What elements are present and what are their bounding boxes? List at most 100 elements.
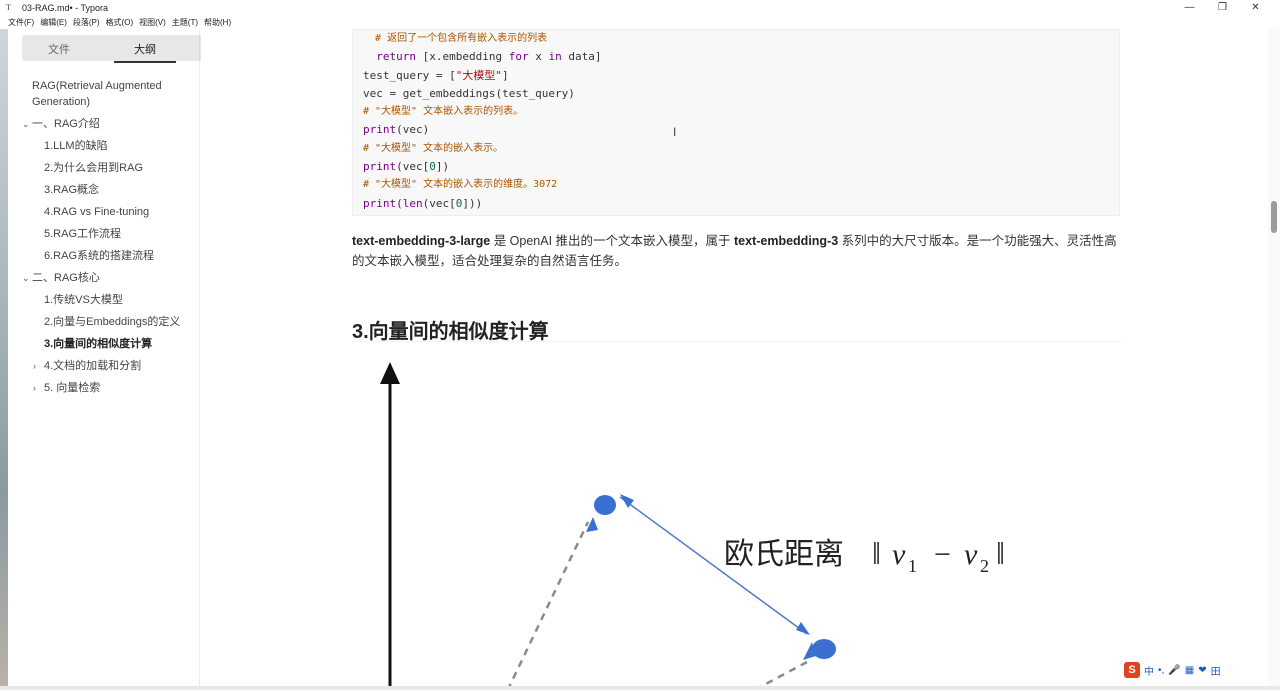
code-keyword: return [363,50,416,64]
taskbar-edge [0,686,1280,690]
code-line: # "大模型" 文本嵌入表示的列表。 [363,106,524,118]
y-axis-arrowhead [380,362,400,384]
outline-item[interactable]: › 4.文档的加载和分割 [8,355,199,377]
outline-item[interactable]: 4.RAG vs Fine-tuning [8,201,199,223]
outline-item-label: 3.RAG概念 [44,184,100,196]
code-text: x [528,50,549,64]
outline-item[interactable]: 1.LLM的缺陷 [8,135,199,157]
outline-item[interactable]: 1.传统VS大模型 [8,289,199,311]
ime-skin-icon[interactable]: ❤ [1198,665,1206,676]
bold-term-2: text-embedding-3 [734,234,839,248]
distance-arrow-end [796,622,810,635]
code-line: test_query = ["大模型"] [363,67,1109,85]
outline-item-label: 5.RAG工作流程 [44,228,122,240]
outline-item-label: 3.向量间的相似度计算 [44,338,153,350]
code-text: data] [561,50,602,64]
code-keyword: in [548,50,562,64]
code-text: ] [501,68,509,82]
v2-label: v [964,538,978,571]
outline-item-label: 4.文档的加载和分割 [44,360,142,372]
chevron-down-icon[interactable]: ⌄ [22,270,32,286]
code-builtin: print [363,196,397,210]
norm-bar-left: ‖ [872,535,881,571]
ime-toolbar: S 中 •, 🎤 ▦ ❤ 田 [1124,660,1244,680]
v2-subscript: 2 [980,556,989,576]
menu-bar: 文件(F) 编辑(E) 段落(P) 格式(O) 视图(V) 主题(T) 帮助(H… [0,15,1280,29]
minimize-icon[interactable]: — [1173,0,1206,15]
menu-theme[interactable]: 主题(T) [172,17,198,28]
outline-item[interactable]: 3.RAG概念 [8,179,199,201]
outline-item-label: 5. 向量检索 [44,382,101,394]
code-line: return [x.embedding for x in data] [363,48,1109,66]
window-controls: — ❐ ✕ [1173,0,1272,15]
outline-item-label: 一、RAG介绍 [32,118,100,130]
sidebar: 文件 大纲 RAG(Retrieval Augmented Generation… [8,29,272,692]
outline-item-label: RAG(Retrieval Augmented Generation) [32,80,162,108]
outline-item[interactable]: 6.RAG系统的搭建流程 [8,245,199,267]
code-text: test_query = [ [363,68,456,82]
chevron-right-icon[interactable]: › [33,358,43,374]
euclidean-label-cn: 欧氏距离 [724,538,844,571]
v1-label: v [892,538,906,571]
code-line: # "大模型" 文本的嵌入表示的维度。3072 [363,179,558,191]
outline-item[interactable]: ⌄ 二、RAG核心 [8,267,199,289]
paragraph-text-1: 是 OpenAI 推出的一个文本嵌入模型，属于 [490,234,734,248]
ime-voice-icon[interactable]: 🎤 [1168,665,1180,676]
outline-item[interactable]: 5.RAG工作流程 [8,223,199,245]
editor-area[interactable]: # 返回了一个包含所有嵌入表示的列表 return [x.embedding f… [201,29,1268,690]
code-text: ]) [435,160,450,174]
typora-app-icon: T [6,3,11,12]
ime-punctuation-icon[interactable]: •, [1158,665,1164,676]
code-text: (vec[ [396,160,430,174]
vector-v1-dashed [506,521,590,690]
code-line: print(vec[0]) [363,158,1109,176]
code-text: (vec) [396,123,430,137]
close-icon[interactable]: ✕ [1239,0,1272,15]
title-bar: T 03-RAG.md• - Typora — ❐ ✕ [0,0,1280,15]
norm-bar-right: ‖ [996,535,1005,571]
menu-view[interactable]: 视图(V) [139,17,166,28]
menu-help[interactable]: 帮助(H) [204,17,231,28]
euclidean-distance-figure: 欧氏距离 ‖ v 1 − v 2 ‖ [352,341,1122,690]
code-block[interactable]: # 返回了一个包含所有嵌入表示的列表 return [x.embedding f… [352,29,1120,216]
outline-item-label: 1.LLM的缺陷 [44,140,108,152]
point-v1 [594,495,616,515]
outline-item[interactable]: ⌄ 一、RAG介绍 [8,113,199,135]
code-number: 0 [429,160,436,174]
sidebar-tabs: 文件 大纲 [8,29,272,65]
menu-format[interactable]: 格式(O) [106,17,134,28]
maximize-icon[interactable]: ❐ [1206,0,1239,15]
outline-item-label: 二、RAG核心 [32,272,100,284]
menu-edit[interactable]: 编辑(E) [40,17,67,28]
code-text: ])) [462,196,483,210]
ime-toolbox-icon[interactable]: 田 [1211,663,1221,678]
outline-item-label: 1.传统VS大模型 [44,294,123,306]
section-heading: 3.向量间的相似度计算 [352,321,549,343]
desktop-edge [0,29,8,690]
outline-item-label: 6.RAG系统的搭建流程 [44,250,155,262]
menu-paragraph[interactable]: 段落(P) [73,17,100,28]
code-text: (vec[ [422,196,456,210]
ime-chinese-toggle[interactable]: 中 [1144,663,1154,678]
chevron-right-icon[interactable]: › [33,380,43,396]
code-builtin: print [363,123,397,137]
menu-file[interactable]: 文件(F) [8,17,34,28]
ime-keyboard-icon[interactable]: ▦ [1185,665,1194,676]
v1-subscript: 1 [908,556,917,576]
text-cursor-icon: I [673,125,677,139]
outline-item[interactable]: › 5. 向量检索 [8,377,199,399]
scrollbar-thumb[interactable] [1271,201,1277,233]
code-builtin: print [363,160,397,174]
vertical-scrollbar[interactable] [1268,29,1280,690]
outline-item[interactable]: 2.为什么会用到RAG [8,157,199,179]
chevron-down-icon[interactable]: ⌄ [22,116,32,132]
point-v2 [812,639,836,659]
sogou-ime-icon[interactable]: S [1124,662,1140,678]
code-line: # "大模型" 文本的嵌入表示。 [363,142,504,154]
code-line: print(vec) [363,121,1109,139]
tab-files[interactable]: 文件 [48,41,70,57]
tab-outline[interactable]: 大纲 [114,41,176,63]
outline-item[interactable]: RAG(Retrieval Augmented Generation) [8,75,199,113]
outline-item[interactable]: 2.向量与Embeddings的定义 [8,311,199,333]
outline-item[interactable]: 3.向量间的相似度计算 [8,333,199,355]
